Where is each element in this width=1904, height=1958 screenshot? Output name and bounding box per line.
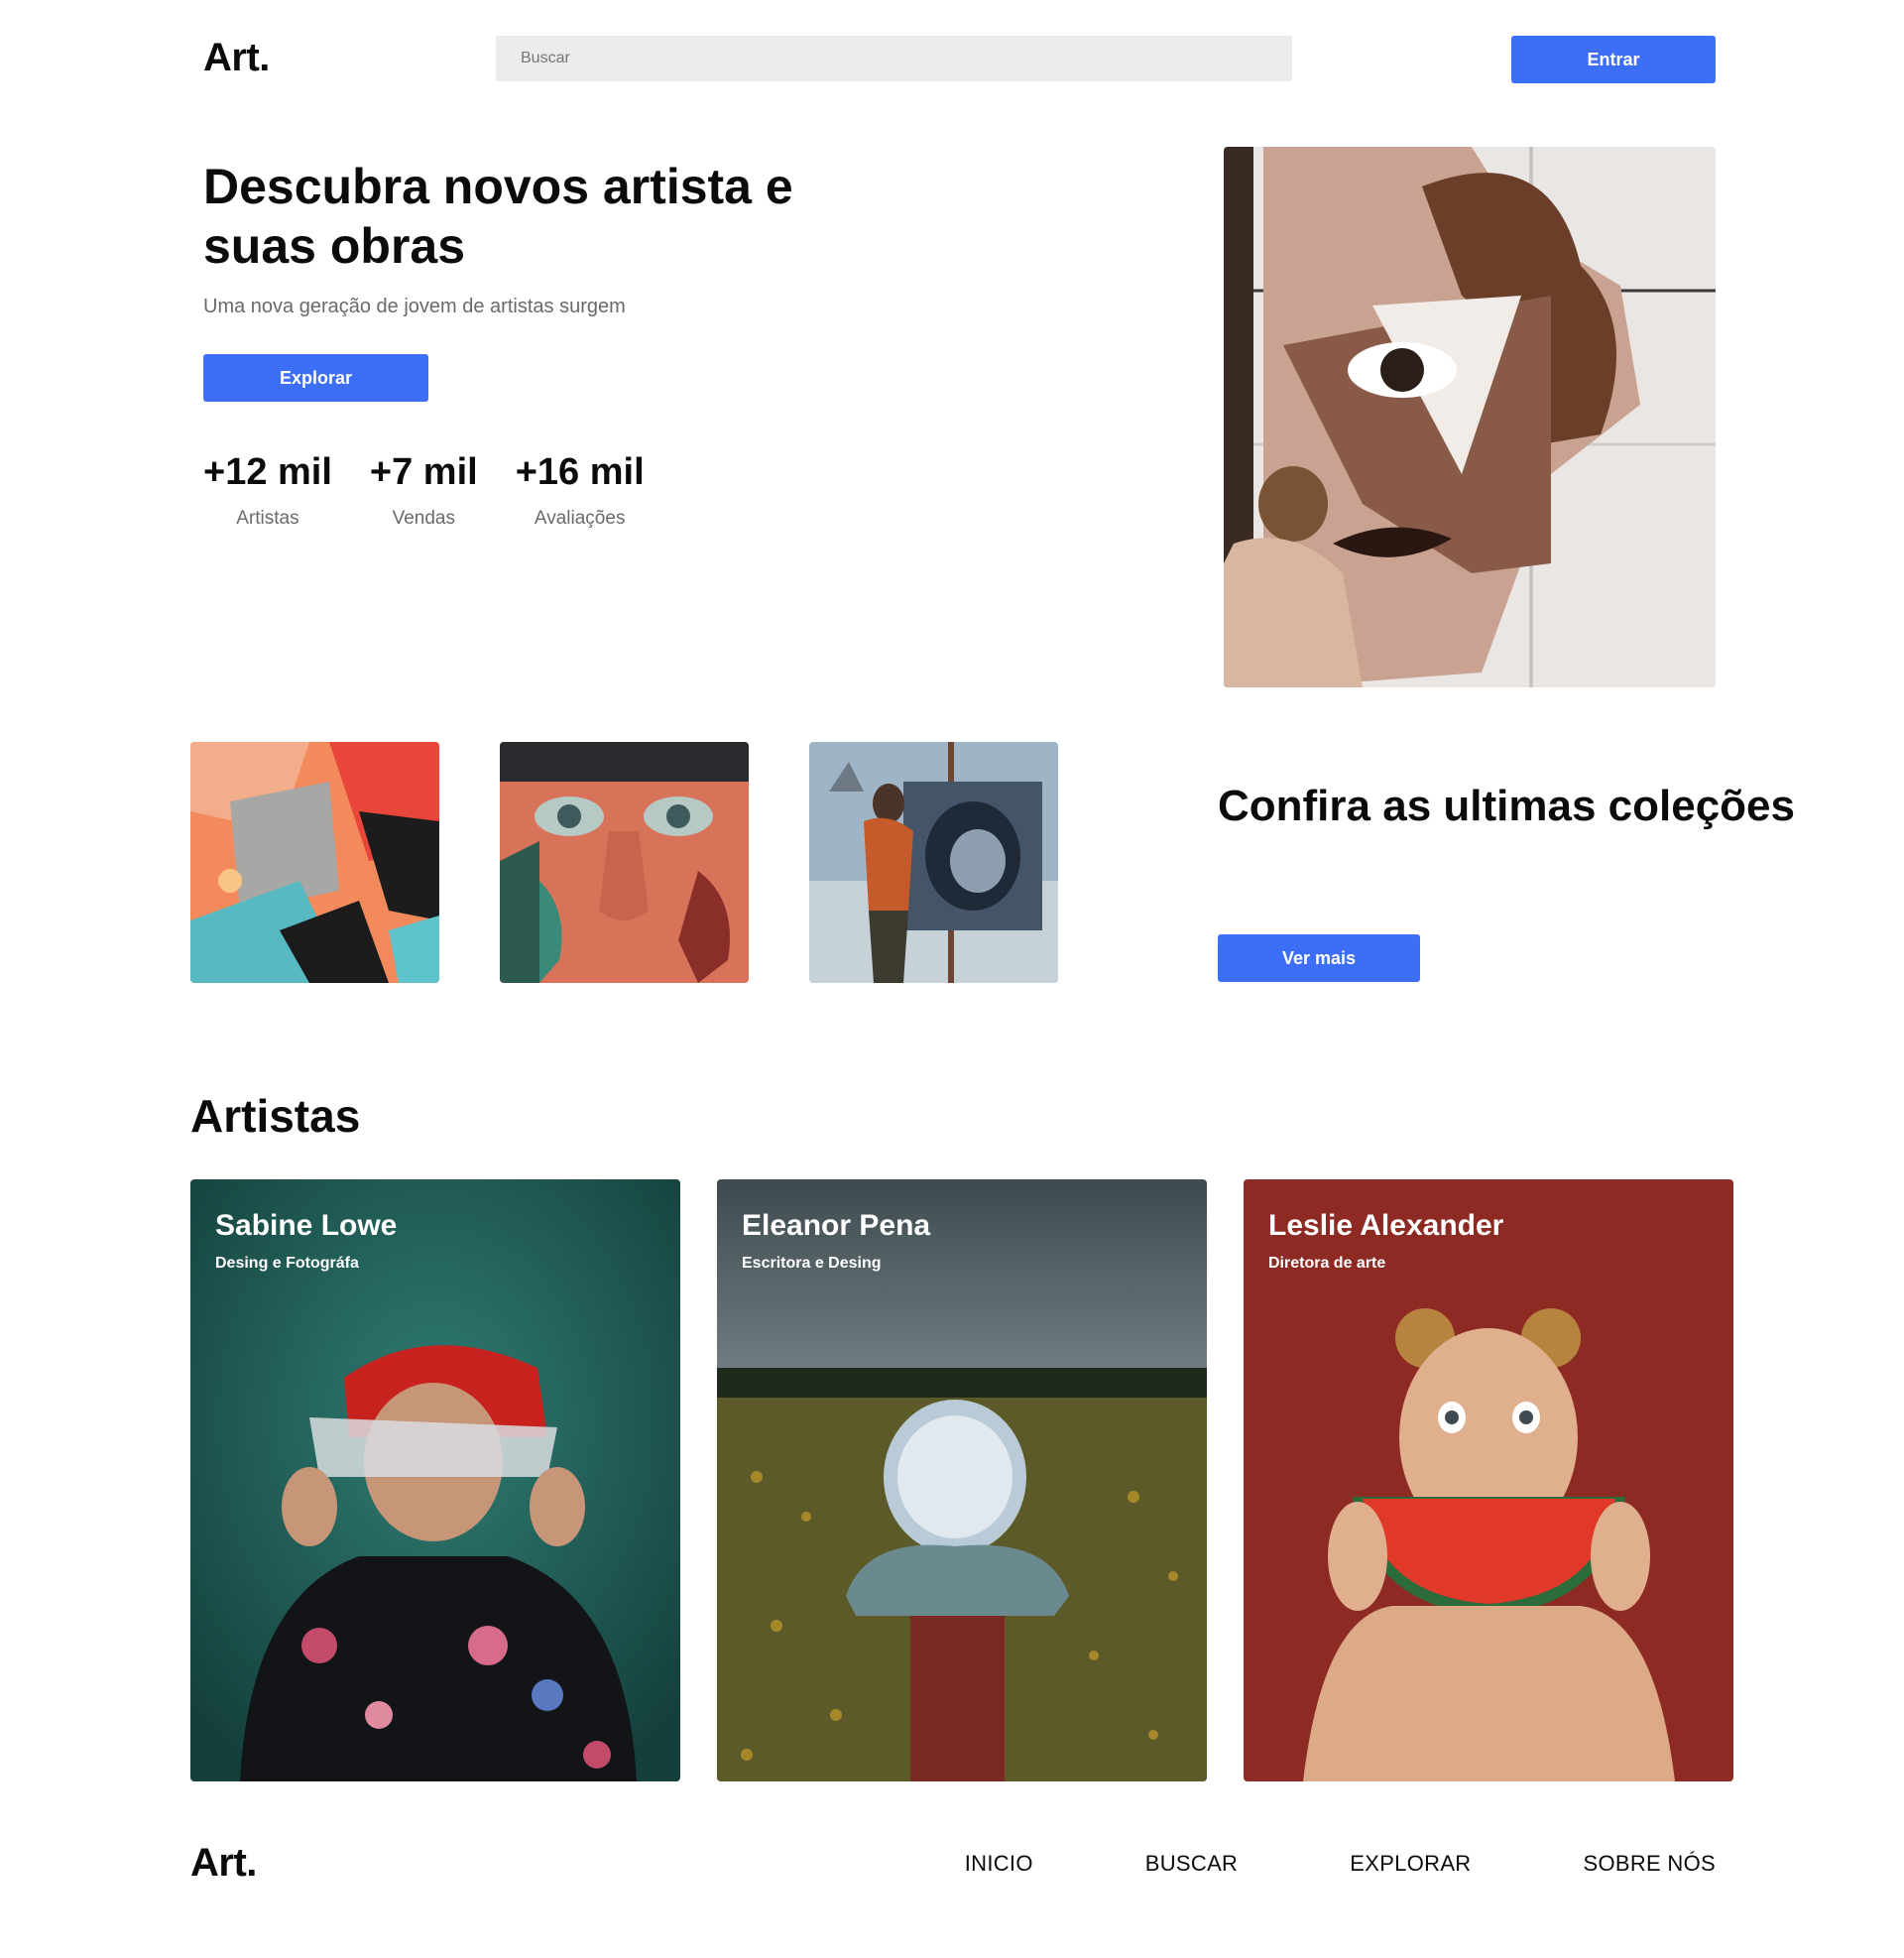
login-button[interactable]: Entrar: [1511, 36, 1716, 83]
stat-label: Vendas: [392, 508, 456, 529]
artist-name: Eleanor Pena: [742, 1209, 931, 1242]
footer-link-buscar[interactable]: BUSCAR: [1145, 1851, 1239, 1877]
artist-card[interactable]: Leslie Alexander Diretora de arte: [1244, 1179, 1733, 1781]
hero-title: Descubra novos artista e suas obras: [203, 159, 793, 274]
footer-link-sobre[interactable]: SOBRE NÓS: [1583, 1851, 1716, 1877]
hero-mural-image: [1224, 147, 1716, 687]
collection-thumb-abstract[interactable]: [190, 742, 439, 983]
stat-value: +12 mil: [203, 451, 332, 493]
artist-name: Sabine Lowe: [215, 1209, 398, 1242]
footer-logo[interactable]: Art.: [190, 1841, 257, 1886]
artist-card[interactable]: Sabine Lowe Desing e Fotográfa: [190, 1179, 680, 1781]
stats-row: +12 mil Artistas +7 mil Vendas +16 mil A…: [203, 451, 682, 530]
artist-card[interactable]: Eleanor Pena Escritora e Desing: [717, 1179, 1207, 1781]
footer-nav: INICIO BUSCAR EXPLORAR SOBRE NÓS: [853, 1851, 1716, 1877]
stat-label: Artistas: [236, 508, 299, 529]
logo[interactable]: Art.: [203, 36, 270, 80]
explore-button[interactable]: Explorar: [203, 354, 428, 402]
stat-label: Avaliações: [534, 508, 626, 529]
collection-thumb-painter[interactable]: [809, 742, 1058, 983]
artist-role: Escritora e Desing: [742, 1255, 882, 1272]
footer-link-inicio[interactable]: INICIO: [965, 1851, 1033, 1877]
hero-subtitle: Uma nova geração de jovem de artistas su…: [203, 296, 626, 317]
artist-role: Diretora de arte: [1268, 1255, 1386, 1272]
stat-value: +7 mil: [369, 451, 478, 493]
stat-sales: +7 mil Vendas: [370, 451, 478, 530]
see-more-button[interactable]: Ver mais: [1218, 934, 1420, 982]
collections-title: Confira as ultimas coleções: [1218, 782, 1795, 830]
collection-thumb-face-mural[interactable]: [500, 742, 749, 983]
artist-name: Leslie Alexander: [1268, 1209, 1504, 1242]
footer-link-explorar[interactable]: EXPLORAR: [1350, 1851, 1471, 1877]
artists-title: Artistas: [190, 1090, 361, 1142]
stat-reviews: +16 mil Avaliações: [516, 451, 645, 530]
stat-value: +16 mil: [515, 451, 645, 493]
artist-role: Desing e Fotográfa: [215, 1255, 359, 1272]
stat-artists: +12 mil Artistas: [203, 451, 332, 530]
search-input[interactable]: [496, 36, 1292, 81]
